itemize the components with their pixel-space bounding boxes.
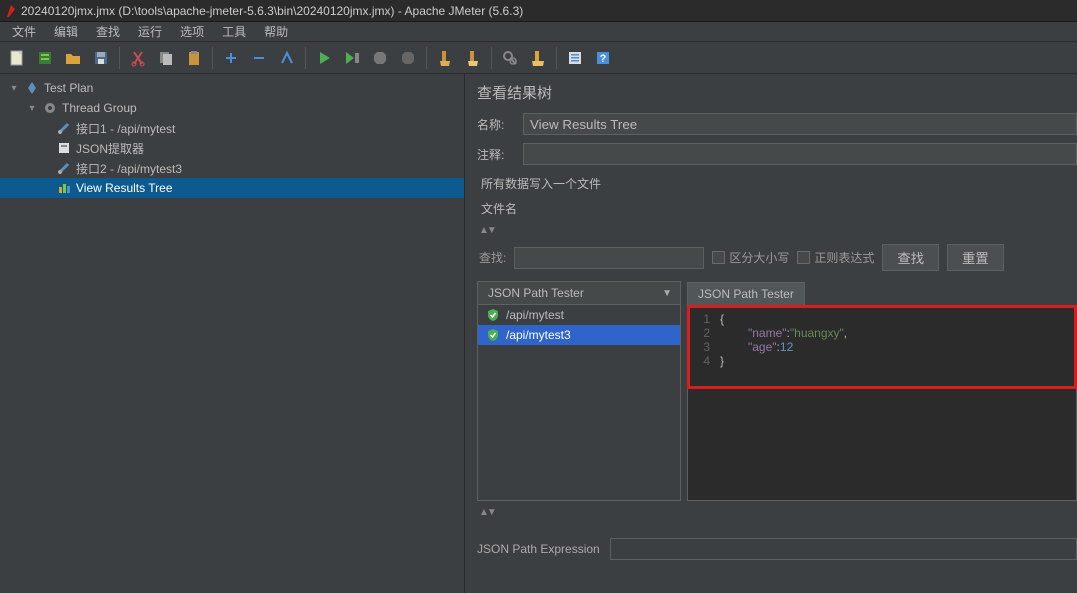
- sampler-icon: [56, 160, 72, 176]
- expression-label: JSON Path Expression: [477, 542, 600, 556]
- filename-label: 文件名: [481, 200, 1077, 217]
- tree-item-label: 接口1 - /api/mytest: [76, 120, 175, 137]
- search-label: 查找:: [479, 249, 506, 266]
- expand-icon[interactable]: [218, 45, 244, 71]
- start-no-pause-icon[interactable]: [339, 45, 365, 71]
- menu-bar: 文件 编辑 查找 运行 选项 工具 帮助: [0, 22, 1077, 42]
- clear-icon[interactable]: [432, 45, 458, 71]
- panel-title: 查看结果树: [477, 82, 1077, 103]
- search-row: 查找: 区分大小写 正则表达式 查找 重置: [479, 244, 1077, 271]
- menu-edit[interactable]: 编辑: [46, 21, 86, 42]
- new-icon[interactable]: [4, 45, 30, 71]
- sample-label: /api/mytest: [506, 308, 564, 322]
- function-helper-icon[interactable]: [562, 45, 588, 71]
- menu-search[interactable]: 查找: [88, 21, 128, 42]
- templates-icon[interactable]: [32, 45, 58, 71]
- tree-json-extractor[interactable]: JSON提取器: [0, 138, 464, 158]
- copy-icon[interactable]: [153, 45, 179, 71]
- testplan-icon: [24, 80, 40, 96]
- comment-input[interactable]: [523, 143, 1077, 165]
- paste-icon[interactable]: [181, 45, 207, 71]
- toolbar: ?: [0, 42, 1077, 74]
- tree-root[interactable]: ▾ Test Plan: [0, 78, 464, 98]
- cut-icon[interactable]: [125, 45, 151, 71]
- success-icon: [486, 328, 500, 342]
- tree-view-results[interactable]: View Results Tree: [0, 178, 464, 198]
- tree-thread-group[interactable]: ▾ Thread Group: [0, 98, 464, 118]
- workspace: ▾ Test Plan ▾ Thread Group 接口1 - /api/my…: [0, 74, 1077, 593]
- results-icon: [56, 180, 72, 196]
- reset-search-icon[interactable]: [525, 45, 551, 71]
- title-bar: 20240120jmx.jmx (D:\tools\apache-jmeter-…: [0, 0, 1077, 22]
- reset-button[interactable]: 重置: [947, 244, 1004, 271]
- tree-root-label: Test Plan: [44, 81, 93, 95]
- expander-icon[interactable]: ▾: [26, 103, 38, 114]
- regex-checkbox[interactable]: 正则表达式: [797, 249, 874, 266]
- toggle-icon[interactable]: [274, 45, 300, 71]
- results-right: JSON Path Tester 1{ 2"name": "huangxy", …: [687, 281, 1077, 501]
- svg-text:?: ?: [600, 53, 607, 65]
- name-label: 名称:: [477, 116, 517, 133]
- sample-row[interactable]: /api/mytest: [478, 305, 680, 325]
- comment-row: 注释:: [477, 143, 1077, 165]
- response-editor[interactable]: 1{ 2"name": "huangxy", 3"age": 12 4}: [687, 305, 1077, 389]
- write-all-label: 所有数据写入一个文件: [481, 175, 1077, 192]
- comment-label: 注释:: [477, 146, 517, 163]
- sample-label: /api/mytest3: [506, 328, 571, 342]
- gear-icon: [42, 100, 58, 116]
- renderer-dropdown[interactable]: JSON Path Tester ▼: [477, 281, 681, 305]
- menu-tools[interactable]: 工具: [214, 21, 254, 42]
- expression-input[interactable]: [610, 538, 1077, 560]
- case-checkbox[interactable]: 区分大小写: [712, 249, 789, 266]
- app-icon: [6, 4, 16, 18]
- help-icon[interactable]: ?: [590, 45, 616, 71]
- tab-row: JSON Path Tester: [687, 281, 1077, 305]
- menu-file[interactable]: 文件: [4, 21, 44, 42]
- sample-list: /api/mytest /api/mytest3: [477, 305, 681, 501]
- menu-help[interactable]: 帮助: [256, 21, 296, 42]
- tab-json-path-tester[interactable]: JSON Path Tester: [687, 282, 805, 305]
- right-panel: 查看结果树 名称: 注释: 所有数据写入一个文件 文件名 ▲▼ 查找: 区分大小…: [465, 74, 1077, 593]
- chevron-down-icon: ▼: [662, 288, 672, 299]
- search-icon[interactable]: [497, 45, 523, 71]
- search-button[interactable]: 查找: [882, 244, 939, 271]
- tree-item-label: JSON提取器: [76, 140, 144, 157]
- expander-icon[interactable]: ▾: [8, 83, 20, 94]
- name-input[interactable]: [523, 113, 1077, 135]
- stop-icon[interactable]: [367, 45, 393, 71]
- save-icon[interactable]: [88, 45, 114, 71]
- expression-row: JSON Path Expression: [477, 538, 1077, 560]
- menu-options[interactable]: 选项: [172, 21, 212, 42]
- open-icon[interactable]: [60, 45, 86, 71]
- start-icon[interactable]: [311, 45, 337, 71]
- success-icon: [486, 308, 500, 322]
- tree-item-label: View Results Tree: [76, 181, 173, 195]
- shutdown-icon[interactable]: [395, 45, 421, 71]
- tree-panel: ▾ Test Plan ▾ Thread Group 接口1 - /api/my…: [0, 74, 465, 593]
- search-input[interactable]: [514, 247, 704, 269]
- tree-group-label: Thread Group: [62, 101, 137, 115]
- tree-item-label: 接口2 - /api/mytest3: [76, 160, 182, 177]
- collapse-arrows-icon[interactable]: ▲▼: [479, 507, 1077, 518]
- tree-sampler-2[interactable]: 接口2 - /api/mytest3: [0, 158, 464, 178]
- menu-run[interactable]: 运行: [130, 21, 170, 42]
- clear-all-icon[interactable]: [460, 45, 486, 71]
- collapse-arrows-icon[interactable]: ▲▼: [479, 225, 1077, 236]
- renderer-label: JSON Path Tester: [488, 286, 584, 300]
- results-split: JSON Path Tester ▼ /api/mytest /api/myte…: [477, 281, 1077, 501]
- tree-sampler-1[interactable]: 接口1 - /api/mytest: [0, 118, 464, 138]
- sample-row[interactable]: /api/mytest3: [478, 325, 680, 345]
- editor-rest: [687, 389, 1077, 501]
- collapse-icon[interactable]: [246, 45, 272, 71]
- results-left: JSON Path Tester ▼ /api/mytest /api/myte…: [477, 281, 681, 501]
- name-row: 名称:: [477, 113, 1077, 135]
- sampler-icon: [56, 120, 72, 136]
- window-title: 20240120jmx.jmx (D:\tools\apache-jmeter-…: [21, 4, 523, 18]
- extractor-icon: [56, 140, 72, 156]
